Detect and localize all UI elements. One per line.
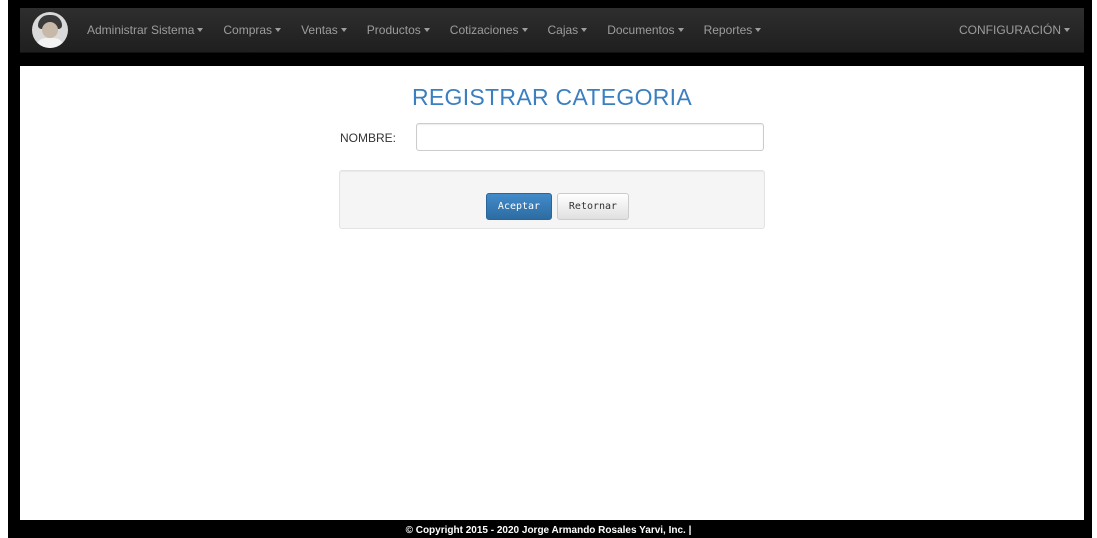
caret-down-icon <box>275 28 282 32</box>
caret-down-icon <box>521 28 528 32</box>
caret-down-icon <box>755 28 762 32</box>
user-avatar[interactable] <box>32 12 68 48</box>
menu-cajas[interactable]: Cajas <box>548 23 588 37</box>
main-content: REGISTRAR CATEGORIA NOMBRE: Aceptar Reto… <box>20 66 1084 520</box>
name-input[interactable] <box>416 123 764 151</box>
caret-down-icon <box>581 28 588 32</box>
footer-copyright: © Copyright 2015 - 2020 Jorge Armando Ro… <box>405 525 692 536</box>
name-label: NOMBRE: <box>340 131 397 145</box>
caret-down-icon <box>677 28 684 32</box>
accept-button[interactable]: Aceptar <box>486 193 552 220</box>
return-button[interactable]: Retornar <box>557 193 629 220</box>
caret-down-icon <box>197 28 204 32</box>
menu-reportes[interactable]: Reportes <box>704 23 762 37</box>
main-menu: Administrar Sistema Compras Ventas Produ… <box>87 8 781 52</box>
menu-documentos[interactable]: Documentos <box>607 23 684 37</box>
caret-down-icon <box>1064 28 1070 32</box>
config-menu[interactable]: CONFIGURACIÓN <box>959 8 1070 52</box>
menu-productos[interactable]: Productos <box>367 23 430 37</box>
config-label: CONFIGURACIÓN <box>959 23 1061 37</box>
caret-down-icon <box>340 28 347 32</box>
menu-cotizaciones[interactable]: Cotizaciones <box>450 23 528 37</box>
top-navbar: Administrar Sistema Compras Ventas Produ… <box>20 8 1084 53</box>
form-actions: Aceptar Retornar <box>339 170 765 229</box>
caret-down-icon <box>423 28 430 32</box>
menu-compras[interactable]: Compras <box>223 23 282 37</box>
menu-ventas[interactable]: Ventas <box>301 23 347 37</box>
page-title: REGISTRAR CATEGORIA <box>411 84 693 110</box>
menu-administrar-sistema[interactable]: Administrar Sistema <box>87 23 204 37</box>
